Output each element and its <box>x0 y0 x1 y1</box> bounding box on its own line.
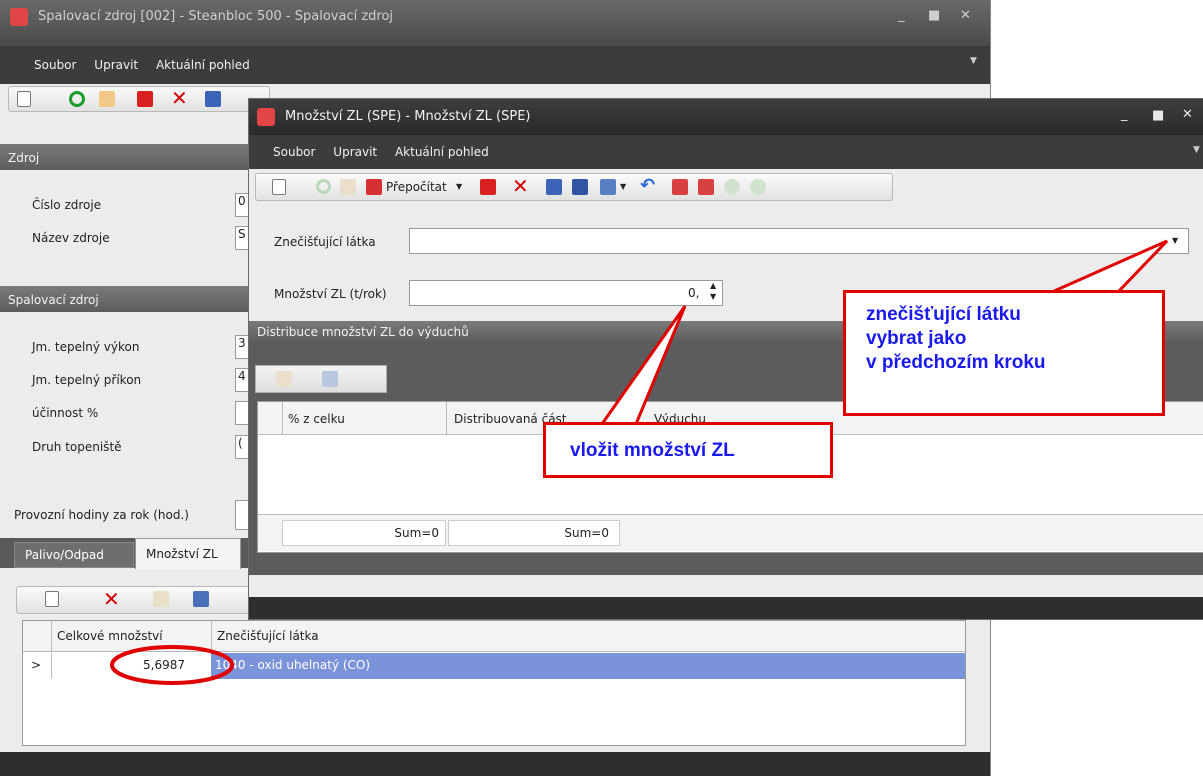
callout-pointer-pollutant <box>1051 239 1169 294</box>
callout-amount-note: vložit množství ZL <box>543 422 833 478</box>
callout-pointer-amount <box>599 305 687 426</box>
value-highlight-ellipse <box>110 645 234 685</box>
callout-pollutant-note: znečišťující látku vybrat jako v předcho… <box>843 290 1165 416</box>
